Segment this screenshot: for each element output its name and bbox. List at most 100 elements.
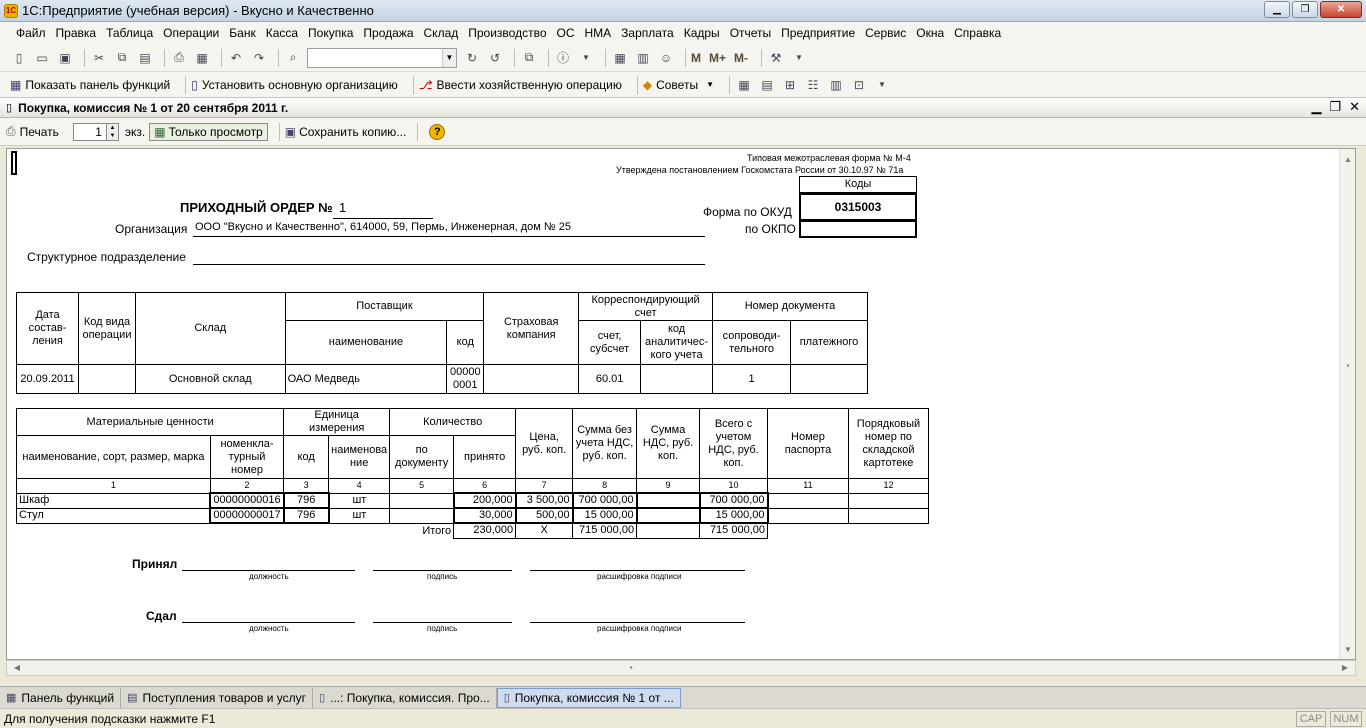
menu-purchase[interactable]: Покупка <box>308 26 353 40</box>
item-card-cell <box>847 492 930 509</box>
scroll-up-icon[interactable]: ▲ <box>1340 153 1355 167</box>
menu-operations[interactable]: Операции <box>163 26 219 40</box>
table-icon[interactable]: ▤ <box>758 76 776 94</box>
chevron-down-icon[interactable]: ▼ <box>873 76 891 94</box>
org-chart-icon[interactable]: ⊞ <box>781 76 799 94</box>
item-total-cell: 700 000,00 <box>698 492 769 509</box>
item-price-cell: 500,00 <box>514 507 574 524</box>
menu-table[interactable]: Таблица <box>106 26 153 40</box>
menu-salary[interactable]: Зарплата <box>621 26 674 40</box>
cut-icon[interactable]: ✂ <box>90 49 108 67</box>
view-icon: ▦ <box>154 124 166 139</box>
menu-os[interactable]: ОС <box>557 26 575 40</box>
calendar-icon[interactable]: ▥ <box>634 49 652 67</box>
chevron-down-icon[interactable]: ▼ <box>442 48 456 67</box>
spreadsheet-document[interactable]: Типовая межотраслевая форма № М-4 Утверж… <box>6 148 1356 660</box>
col-account-header: счет, субсчет <box>578 320 642 365</box>
maximize-button[interactable]: ❐ <box>1292 1 1318 18</box>
print-icon[interactable]: ⎙ <box>170 49 188 67</box>
menu-sale[interactable]: Продажа <box>363 26 413 40</box>
close-button[interactable]: ✕ <box>1320 1 1362 18</box>
print-button[interactable]: ⎙ Печать <box>6 124 59 139</box>
search-input[interactable]: ▼ <box>307 47 457 68</box>
menu-help[interactable]: Справка <box>954 26 1001 40</box>
new-document-icon[interactable]: ▯ <box>10 49 28 67</box>
task-receipts[interactable]: ▤ Поступления товаров и услуг <box>121 687 314 708</box>
scroll-down-icon[interactable]: ▼ <box>1340 643 1355 657</box>
save-copy-button[interactable]: ▣ Сохранить копию... <box>285 125 407 139</box>
undo-icon[interactable]: ↶ <box>227 49 245 67</box>
separator <box>685 48 686 67</box>
vertical-scrollbar[interactable]: ▲ ▪ ▼ <box>1339 149 1355 659</box>
menu-reports[interactable]: Отчеты <box>730 26 771 40</box>
find-prev-icon[interactable]: ↺ <box>486 49 504 67</box>
task-label: Поступления товаров и услуг <box>142 690 307 705</box>
journal-icon[interactable]: ▦ <box>735 76 753 94</box>
help-icon[interactable]: ? <box>429 123 446 140</box>
copy-icon[interactable]: ⧉ <box>113 49 131 67</box>
view-only-button[interactable]: ▦ Только просмотр <box>149 122 268 141</box>
colnum: 3 <box>283 478 330 494</box>
handed-signature-caption: подпись <box>427 624 458 633</box>
minimize-button[interactable]: ▁ <box>1264 1 1290 18</box>
open-folder-icon[interactable]: ▭ <box>33 49 51 67</box>
okud-code: 0315003 <box>834 200 882 214</box>
order-title: ПРИХОДНЫЙ ОРДЕР № <box>180 200 333 215</box>
enter-operation-button[interactable]: ⎇ Ввести хозяйственную операцию <box>419 78 622 92</box>
menu-bank[interactable]: Банк <box>229 26 255 40</box>
panel-icon: ▦ <box>10 77 22 92</box>
paste-icon[interactable]: ▤ <box>136 49 154 67</box>
menu-windows[interactable]: Окна <box>916 26 944 40</box>
search-icon[interactable]: ⌕ <box>284 49 302 67</box>
scroll-right-icon[interactable]: ▶ <box>1337 661 1353 675</box>
codes-label: Коды <box>844 178 872 190</box>
scroll-grip-icon[interactable]: ▪ <box>1340 359 1355 373</box>
redo-icon[interactable]: ↷ <box>250 49 268 67</box>
menu-service[interactable]: Сервис <box>865 26 906 40</box>
header-table: Дата состав-ления Код вида операции Скла… <box>16 292 869 394</box>
report-icon[interactable]: ▥ <box>827 76 845 94</box>
chevron-down-icon[interactable]: ▼ <box>790 49 808 67</box>
tips-button[interactable]: ◆ Советы ▼ <box>643 78 714 92</box>
chevron-down-icon[interactable]: ▼ <box>577 49 595 67</box>
save-icon[interactable]: ▣ <box>56 49 74 67</box>
restore-icon[interactable]: ❐ <box>1329 99 1341 115</box>
minimize-icon[interactable]: ▁ <box>1311 99 1321 115</box>
export-icon[interactable]: ⊡ <box>850 76 868 94</box>
task-purchase-print[interactable]: ▯ Покупка, комиссия № 1 от ... <box>496 687 681 708</box>
task-label: ...: Покупка, комиссия. Про... <box>330 690 490 705</box>
memory-plus-button[interactable]: M+ <box>709 51 726 65</box>
app-logo: 1С <box>4 3 18 18</box>
tools-icon[interactable]: ⚒ <box>767 49 785 67</box>
menu-file[interactable]: Файл <box>16 26 46 40</box>
memory-button[interactable]: M <box>691 51 701 65</box>
info-icon[interactable]: ⓘ <box>554 49 572 67</box>
show-panel-button[interactable]: ▦ Показать панель функций <box>10 78 170 92</box>
menu-warehouse[interactable]: Склад <box>424 26 459 40</box>
close-icon[interactable]: ✕ <box>1349 99 1360 115</box>
scroll-grip-icon[interactable]: ▪ <box>623 661 639 675</box>
windows-icon[interactable]: ⧉ <box>520 49 538 67</box>
copies-stepper[interactable]: ▲ ▼ <box>106 122 119 141</box>
separator <box>729 75 730 94</box>
find-next-icon[interactable]: ↻ <box>463 49 481 67</box>
scroll-left-icon[interactable]: ◀ <box>9 661 25 675</box>
set-org-button[interactable]: ▯ Установить основную организацию <box>191 78 397 92</box>
menu-nma[interactable]: НМА <box>585 26 612 40</box>
task-functions-panel[interactable]: ▦ Панель функций <box>0 687 122 708</box>
employees-icon[interactable]: ☷ <box>804 76 822 94</box>
memory-minus-button[interactable]: M- <box>734 51 748 65</box>
menu-edit[interactable]: Правка <box>56 26 97 40</box>
menu-hr[interactable]: Кадры <box>684 26 720 40</box>
menu-enterprise[interactable]: Предприятие <box>781 26 855 40</box>
accepted-signature-line <box>373 570 512 571</box>
horizontal-scrollbar[interactable]: ◀ ▪ ▶ <box>6 660 1356 676</box>
users-icon[interactable]: ☺ <box>657 49 675 67</box>
totals-total-cell: 715 000,00 <box>699 522 768 539</box>
menu-production[interactable]: Производство <box>468 26 546 40</box>
menu-cash[interactable]: Касса <box>266 26 298 40</box>
print-preview-icon[interactable]: ▦ <box>193 49 211 67</box>
task-purchase-form[interactable]: ▯ ...: Покупка, комиссия. Про... <box>313 687 497 708</box>
copies-input[interactable]: 1 <box>72 122 107 141</box>
calculator-icon[interactable]: ▦ <box>611 49 629 67</box>
